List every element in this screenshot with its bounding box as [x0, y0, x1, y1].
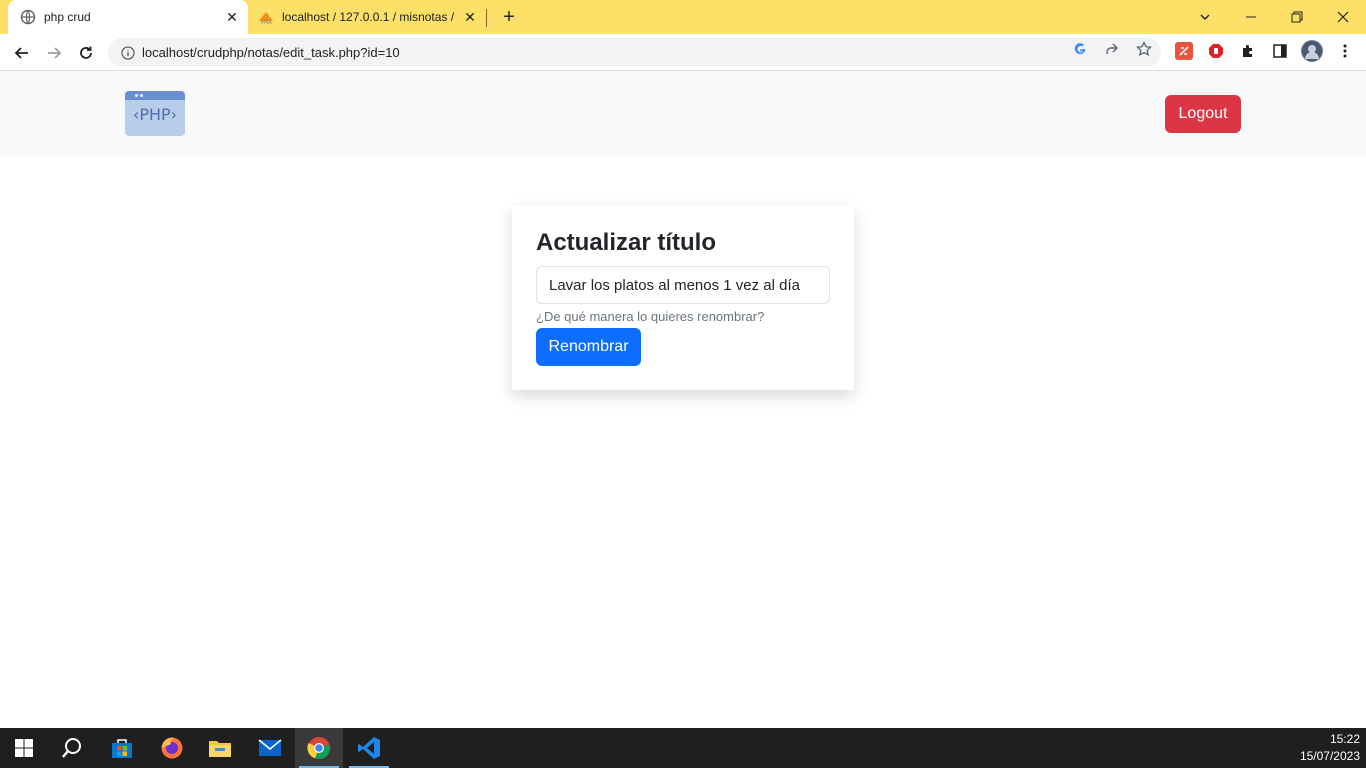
input-help-text: ¿De qué manera lo quieres renombrar? — [536, 309, 765, 324]
close-window-icon[interactable] — [1320, 0, 1366, 34]
bookmark-star-icon[interactable] — [1136, 41, 1152, 57]
clock-time: 15:22 — [1329, 732, 1360, 746]
browser-tab-strip: php crud ✕ PMA localhost / 127.0.0.1 / m… — [0, 0, 1366, 34]
minimize-icon[interactable] — [1228, 0, 1274, 34]
phpmyadmin-icon: PMA — [258, 9, 274, 25]
back-icon[interactable] — [8, 39, 36, 67]
form-title: Actualizar título — [536, 229, 717, 256]
forward-icon[interactable] — [40, 39, 68, 67]
chrome-icon[interactable] — [295, 728, 343, 768]
close-tab-icon[interactable]: ✕ — [222, 7, 242, 27]
tab-separator — [486, 9, 487, 27]
task-title-input[interactable]: Lavar los platos al menos 1 vez al día — [536, 266, 830, 304]
google-lens-icon[interactable] — [1072, 41, 1088, 57]
tab-title: localhost / 127.0.0.1 / misnotas / — [282, 10, 455, 24]
mail-icon[interactable] — [246, 728, 294, 768]
restore-icon[interactable] — [1274, 0, 1320, 34]
logo-window-bar — [125, 91, 185, 100]
site-navbar: ‹PHP› Logout — [0, 71, 1366, 157]
edit-task-card: Actualizar título Lavar los platos al me… — [512, 205, 854, 390]
search-icon[interactable] — [48, 728, 96, 768]
tab-phpmyadmin[interactable]: PMA localhost / 127.0.0.1 / misnotas / ✕ — [250, 0, 486, 34]
url-text: localhost/crudphp/notas/edit_task.php?id… — [142, 45, 400, 60]
browser-toolbar: localhost/crudphp/notas/edit_task.php?id… — [0, 34, 1366, 71]
reload-icon[interactable] — [72, 39, 100, 67]
firefox-icon[interactable] — [148, 728, 196, 768]
system-clock[interactable]: 15:22 15/07/2023 — [1300, 731, 1360, 765]
start-icon[interactable] — [0, 728, 48, 768]
share-icon[interactable] — [1104, 41, 1120, 57]
rename-button[interactable]: Renombrar — [536, 328, 641, 366]
close-tab-icon[interactable]: ✕ — [460, 7, 480, 27]
php-logo[interactable]: ‹PHP› — [125, 91, 185, 136]
logout-button[interactable]: Logout — [1165, 95, 1241, 133]
tab-title: php crud — [44, 10, 91, 24]
logo-dot — [140, 94, 143, 97]
file-explorer-icon[interactable] — [196, 728, 244, 768]
globe-icon — [20, 9, 36, 25]
logo-text: ‹PHP› — [132, 105, 178, 124]
extension-icon[interactable] — [1175, 42, 1193, 60]
tab-php-crud[interactable]: php crud ✕ — [8, 0, 248, 34]
profile-avatar-icon[interactable] — [1301, 40, 1323, 62]
side-panel-icon[interactable] — [1271, 42, 1289, 60]
svg-text:PMA: PMA — [261, 20, 272, 25]
chrome-menu-icon[interactable] — [1336, 42, 1354, 60]
logo-dot — [135, 94, 138, 97]
site-info-icon[interactable] — [114, 45, 142, 60]
extensions-puzzle-icon[interactable] — [1239, 42, 1257, 60]
address-bar[interactable]: localhost/crudphp/notas/edit_task.php?id… — [108, 38, 1161, 67]
clock-date: 15/07/2023 — [1299, 749, 1360, 763]
new-tab-icon[interactable]: + — [498, 6, 520, 28]
windows-taskbar: 15:22 15/07/2023 — [0, 728, 1366, 768]
ad-blocker-icon[interactable] — [1207, 42, 1225, 60]
tab-search-icon[interactable] — [1182, 0, 1228, 34]
store-icon[interactable] — [98, 728, 146, 768]
vscode-icon[interactable] — [345, 728, 393, 768]
